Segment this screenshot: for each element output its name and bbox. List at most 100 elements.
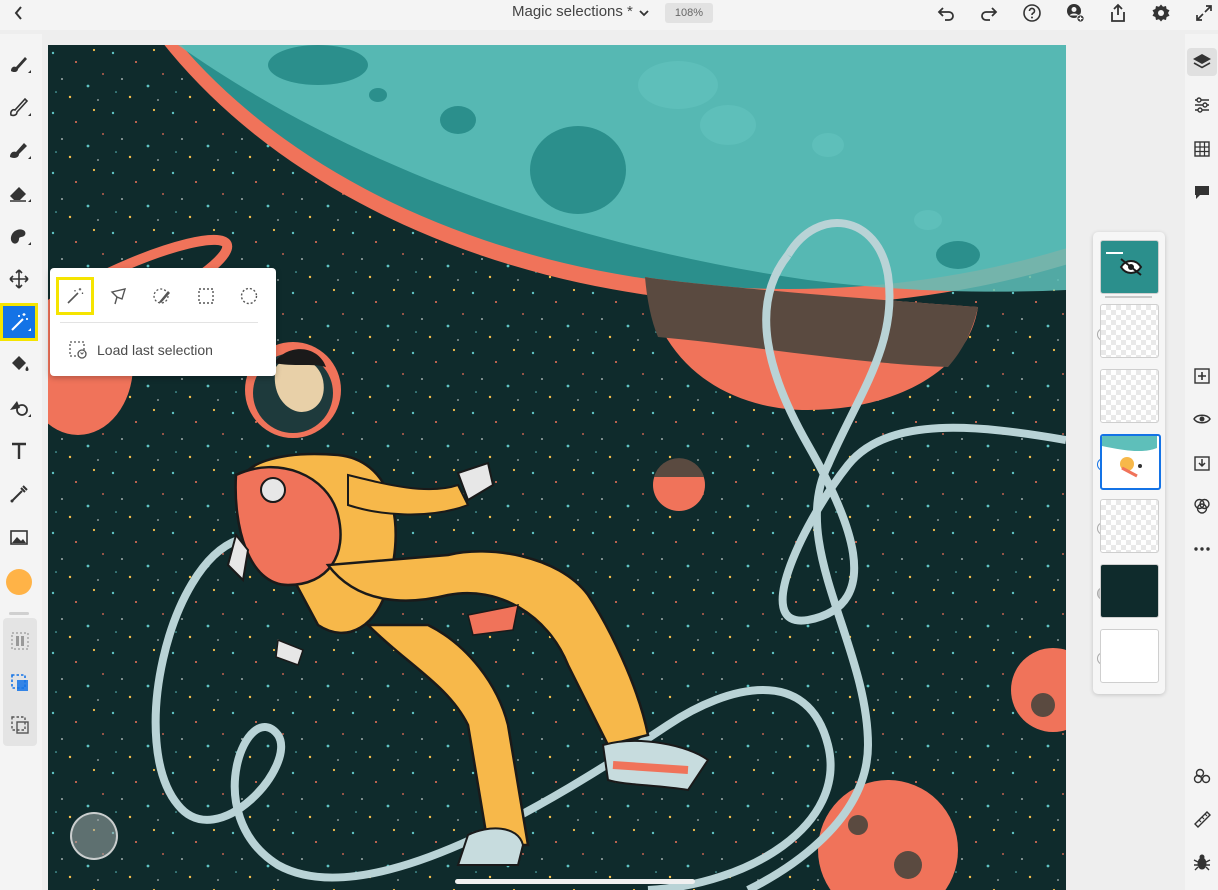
- healing-icon: [10, 229, 31, 245]
- blend-brush-icon: [10, 143, 31, 159]
- layer-thumb-3[interactable]: [1100, 434, 1161, 490]
- document-canvas[interactable]: [48, 45, 1066, 890]
- clone-tool[interactable]: [3, 392, 35, 424]
- top-bar: Magic selections * 108%: [0, 0, 1218, 30]
- right-toolbar: [1185, 34, 1218, 890]
- layer-thumb-5[interactable]: [1100, 564, 1159, 618]
- settings-icon: [1152, 4, 1170, 22]
- place-image-icon: [10, 530, 28, 545]
- grid-icon: [1194, 141, 1210, 157]
- visibility-icon: [1193, 414, 1211, 424]
- touch-shortcut-button[interactable]: [70, 812, 118, 860]
- deselect-button[interactable]: [5, 710, 35, 740]
- select-subject-button[interactable]: [5, 626, 35, 656]
- eraser-icon: [10, 187, 31, 202]
- add-layer-icon: [1194, 368, 1210, 384]
- redo-icon: [981, 7, 998, 21]
- layers-button[interactable]: [1187, 48, 1217, 76]
- help-icon: [1023, 4, 1041, 22]
- visibility-button[interactable]: [1187, 405, 1217, 433]
- comment-icon: [1195, 186, 1209, 199]
- undo-button[interactable]: [934, 0, 958, 26]
- blend-modes-button[interactable]: [1187, 492, 1217, 520]
- blend-modes-icon: [1194, 498, 1210, 514]
- merge-icon: [1194, 456, 1210, 471]
- move-icon: [9, 269, 29, 289]
- left-toolbar: [0, 34, 42, 890]
- clone-icon: [10, 401, 31, 417]
- redo-button[interactable]: [977, 0, 1001, 26]
- load-last-selection-button[interactable]: Load last selection: [68, 340, 213, 360]
- back-button[interactable]: [8, 0, 30, 26]
- share-button[interactable]: [1106, 0, 1130, 26]
- grid-button[interactable]: [1187, 135, 1217, 163]
- invite-user-icon: [1067, 4, 1085, 23]
- rectangle-select-icon: [198, 288, 214, 304]
- load-selection-icon: [69, 341, 87, 359]
- comments-button[interactable]: [1187, 178, 1217, 206]
- fullscreen-button[interactable]: [1192, 0, 1216, 26]
- home-indicator: [455, 879, 695, 884]
- eraser-tool[interactable]: [3, 177, 35, 209]
- paintbrush-tool[interactable]: [3, 91, 35, 123]
- eyedropper-tool[interactable]: [3, 478, 35, 510]
- share-icon: [1111, 3, 1125, 22]
- undo-icon: [937, 7, 954, 21]
- settings-button[interactable]: [1149, 0, 1173, 26]
- chevron-left-icon: [14, 6, 22, 20]
- title-dropdown-button[interactable]: [636, 0, 652, 26]
- type-tool[interactable]: [3, 435, 35, 467]
- measure-button[interactable]: [1187, 805, 1217, 833]
- layer-thumb-4[interactable]: [1100, 499, 1159, 553]
- magic-wand-select-button[interactable]: [56, 277, 94, 315]
- layer-group-thumb[interactable]: [1100, 240, 1159, 294]
- fullscreen-icon: [1196, 5, 1212, 21]
- magic-wand-select-icon: [67, 288, 84, 304]
- paintbrush-icon: [10, 97, 31, 117]
- rectangle-select-button[interactable]: [189, 279, 223, 313]
- layer-thumb-6[interactable]: [1100, 629, 1159, 683]
- help-button[interactable]: [1020, 0, 1044, 26]
- magic-wand-tool[interactable]: [0, 303, 38, 341]
- color-swatch[interactable]: [6, 569, 32, 595]
- move-tool[interactable]: [3, 263, 35, 295]
- type-icon: [12, 442, 26, 459]
- layers-panel: [1093, 232, 1165, 694]
- brush-select-icon: [153, 288, 170, 304]
- blend-brush-tool[interactable]: [3, 134, 35, 166]
- invite-button[interactable]: [1063, 0, 1087, 26]
- lasso-select-icon: [110, 288, 127, 305]
- select-all-button[interactable]: [5, 668, 35, 698]
- deselect-icon: [11, 716, 29, 734]
- healing-tool[interactable]: [3, 220, 35, 252]
- properties-button[interactable]: [1187, 762, 1217, 790]
- ellipse-select-icon: [240, 287, 258, 305]
- load-last-selection-label: Load last selection: [97, 342, 213, 358]
- zoom-level[interactable]: 108%: [665, 3, 713, 23]
- fill-tool[interactable]: [3, 349, 35, 381]
- group-stack-line: [1105, 296, 1152, 298]
- merge-down-button[interactable]: [1187, 449, 1217, 477]
- layers-icon: [1193, 54, 1211, 69]
- properties-icon: [1193, 768, 1211, 784]
- astronaut-thumb-icon: [1102, 436, 1157, 486]
- layer-thumb-2[interactable]: [1100, 369, 1159, 423]
- adjustments-button[interactable]: [1187, 91, 1217, 119]
- more-button[interactable]: [1187, 535, 1217, 563]
- fill-icon: [12, 356, 29, 371]
- layer-thumb-1[interactable]: [1100, 304, 1159, 358]
- document-title[interactable]: Magic selections *: [512, 3, 633, 20]
- adjustments-icon: [1195, 97, 1209, 113]
- select-subject-icon: [11, 632, 29, 650]
- debug-icon: [1193, 854, 1211, 871]
- selection-tools-group: [3, 618, 37, 746]
- brush-select-button[interactable]: [145, 279, 179, 313]
- brush-tool[interactable]: [3, 48, 35, 80]
- lasso-select-button[interactable]: [102, 279, 136, 313]
- more-icon: [1194, 547, 1210, 551]
- space-illustration: [48, 45, 1066, 890]
- debug-button[interactable]: [1187, 848, 1217, 876]
- place-image-tool[interactable]: [3, 521, 35, 553]
- ellipse-select-button[interactable]: [232, 279, 266, 313]
- add-layer-button[interactable]: [1187, 362, 1217, 390]
